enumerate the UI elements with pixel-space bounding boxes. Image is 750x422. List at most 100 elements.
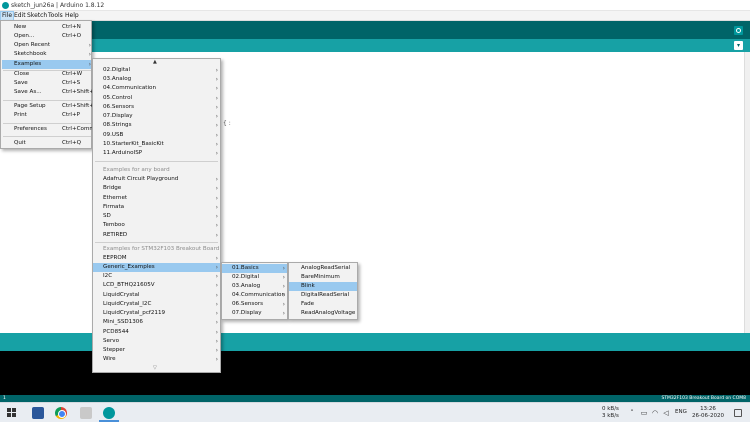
menu-help[interactable]: Help [64, 12, 80, 20]
menu-item-new[interactable]: New Ctrl+N [11, 23, 103, 32]
examples-any-board-header: Examples for any board [103, 167, 170, 173]
chevron-right-icon: › [215, 67, 218, 74]
serial-monitor-icon[interactable] [734, 26, 743, 35]
menu-sketch[interactable]: Sketch [26, 12, 48, 20]
menu-edit[interactable]: Edit [13, 12, 27, 20]
example-03-analog[interactable]: 03.Analog › [93, 75, 220, 84]
menu-item-quit[interactable]: Quit Ctrl+Q [11, 139, 103, 148]
title-bar: sketch_jun26a | Arduino 1.8.12 [0, 0, 750, 11]
example-pcd8544[interactable]: PCD8544 › [93, 328, 220, 337]
example-11-arduinoisp[interactable]: 11.ArduinoISP › [93, 149, 220, 158]
basics-digitalreadserial[interactable]: DigitalReadSerial [289, 291, 357, 300]
example-liquidcrystal-i2c[interactable]: LiquidCrystal_I2C › [93, 300, 220, 309]
chevron-right-icon: › [215, 347, 218, 354]
chevron-right-icon: › [215, 222, 218, 229]
example-liquidcrystal[interactable]: LiquidCrystal › [93, 291, 220, 300]
example-wire[interactable]: Wire › [93, 355, 220, 364]
example-04-communication[interactable]: 04.Communication › [93, 84, 220, 93]
windows-start-icon[interactable] [7, 408, 17, 418]
volume-icon[interactable]: ◁ [662, 409, 670, 417]
example-generic-examples[interactable]: Generic_Examples › [93, 263, 220, 273]
example-08-strings[interactable]: 08.Strings › [93, 121, 220, 130]
menu-item-open-recent[interactable]: Open Recent › [11, 41, 103, 50]
example-temboo[interactable]: Temboo › [93, 221, 220, 230]
battery-icon[interactable]: ▭ [640, 409, 648, 417]
taskbar: 0 kB/s 3 kB/s ˄ ▭ ◠ ◁ ENG 13:26 26-06-20… [0, 402, 750, 422]
chevron-right-icon: › [282, 283, 285, 290]
notification-icon[interactable] [734, 409, 742, 417]
arduino-taskbar-icon[interactable] [103, 407, 115, 419]
language-indicator[interactable]: ENG [675, 409, 687, 415]
menu-item-page-setup[interactable]: Page Setup Ctrl+Shift+P [11, 102, 103, 111]
scroll-down-arrow-icon[interactable]: ▽ [153, 365, 157, 371]
menu-item-sketchbook[interactable]: Sketchbook › [11, 50, 103, 59]
arduino-app-icon [2, 2, 9, 9]
chevron-right-icon: › [215, 132, 218, 139]
clock[interactable]: 13:26 26-06-2020 [692, 406, 724, 420]
menu-separator [95, 161, 218, 162]
chevron-right-icon: › [215, 204, 218, 211]
generic-07-display[interactable]: 07.Display › [222, 309, 287, 318]
menu-bar: File Edit Sketch Tools Help [0, 11, 750, 21]
chevron-right-icon: › [215, 76, 218, 83]
example-07-display[interactable]: 07.Display › [93, 112, 220, 121]
menu-tools[interactable]: Tools [47, 12, 64, 20]
example-stepper[interactable]: Stepper › [93, 346, 220, 355]
generic-01-basics[interactable]: 01.Basics › [222, 264, 287, 274]
tab-strip: ▾ [0, 39, 750, 52]
example-adafruit-circuit-playground[interactable]: Adafruit Circuit Playground › [93, 175, 220, 184]
example-firmata[interactable]: Firmata › [93, 203, 220, 212]
basics-bareminimum[interactable]: BareMinimum [289, 273, 357, 282]
generic-02-digital[interactable]: 02.Digital › [222, 273, 287, 282]
example-06-sensors[interactable]: 06.Sensors › [93, 103, 220, 112]
examples-menu: ▲ 02.Digital › 03.Analog › 04.Communicatio… [92, 58, 221, 373]
chevron-right-icon: › [215, 319, 218, 326]
chevron-right-icon: › [215, 213, 218, 220]
example-eeprom[interactable]: EEPROM › [93, 254, 220, 263]
menu-separator [3, 100, 91, 101]
basics-analogreadserial[interactable]: AnalogReadSerial [289, 264, 357, 273]
example-i2c[interactable]: I2C › [93, 272, 220, 281]
menu-item-examples[interactable]: Examples › [11, 60, 103, 69]
clock-time: 13:26 [700, 406, 716, 412]
chevron-up-icon[interactable]: ˄ [628, 409, 636, 417]
example-liquidcrystal-pcf2119[interactable]: LiquidCrystal_pcf2119 › [93, 309, 220, 318]
example-servo[interactable]: Servo › [93, 337, 220, 346]
chevron-right-icon: › [215, 356, 218, 363]
word-icon[interactable] [32, 407, 44, 419]
menu-item-print[interactable]: Print Ctrl+P [11, 111, 103, 120]
wifi-icon[interactable]: ◠ [651, 409, 659, 417]
example-bridge[interactable]: Bridge › [93, 184, 220, 193]
menu-item-close[interactable]: Close Ctrl+W [11, 70, 103, 79]
editor-scrollbar[interactable] [744, 52, 750, 333]
example-10-starterkit[interactable]: 10.StarterKit_BasicKit › [93, 140, 220, 149]
example-02-digital[interactable]: 02.Digital › [93, 66, 220, 75]
scroll-up-arrow-icon[interactable]: ▲ [153, 59, 157, 65]
menu-item-save[interactable]: Save Ctrl+S [11, 79, 103, 88]
generic-04-communication[interactable]: 04.Communication › [222, 291, 287, 300]
example-mini-ssd1306[interactable]: Mini_SSD1306 › [93, 318, 220, 327]
clock-date: 26-06-2020 [692, 413, 724, 419]
menu-file[interactable]: File [0, 11, 15, 21]
example-retired[interactable]: RETIRED › [93, 231, 220, 240]
example-sd[interactable]: SD › [93, 212, 220, 221]
generic-03-analog[interactable]: 03.Analog › [222, 282, 287, 291]
example-09-usb[interactable]: 09.USB › [93, 131, 220, 140]
network-speed: 0 kB/s 3 kB/s [602, 406, 619, 420]
basics-readanalogvoltage[interactable]: ReadAnalogVoltage [289, 309, 357, 318]
menu-item-open[interactable]: Open... Ctrl+O [11, 32, 103, 41]
menu-item-save-as[interactable]: Save As... Ctrl+Shift+S [11, 88, 103, 97]
example-ethernet[interactable]: Ethernet › [93, 194, 220, 203]
chevron-right-icon: › [282, 274, 285, 281]
example-lcd-bthq21605v[interactable]: LCD_BTHQ21605V › [93, 281, 220, 290]
basics-blink[interactable]: Blink [289, 282, 357, 292]
examples-board-header: Examples for STM32F103 Breakout Board [103, 246, 220, 252]
paint-icon[interactable] [80, 407, 92, 419]
basics-fade[interactable]: Fade [289, 300, 357, 309]
chrome-icon[interactable] [55, 407, 67, 419]
tab-menu-chevron-icon[interactable]: ▾ [734, 41, 743, 50]
generic-06-sensors[interactable]: 06.Sensors › [222, 300, 287, 309]
generic-examples-menu: 01.Basics › 02.Digital › 03.Analog › 04.Com… [221, 262, 288, 320]
example-05-control[interactable]: 05.Control › [93, 94, 220, 103]
menu-item-preferences[interactable]: Preferences Ctrl+Comma [11, 125, 103, 134]
